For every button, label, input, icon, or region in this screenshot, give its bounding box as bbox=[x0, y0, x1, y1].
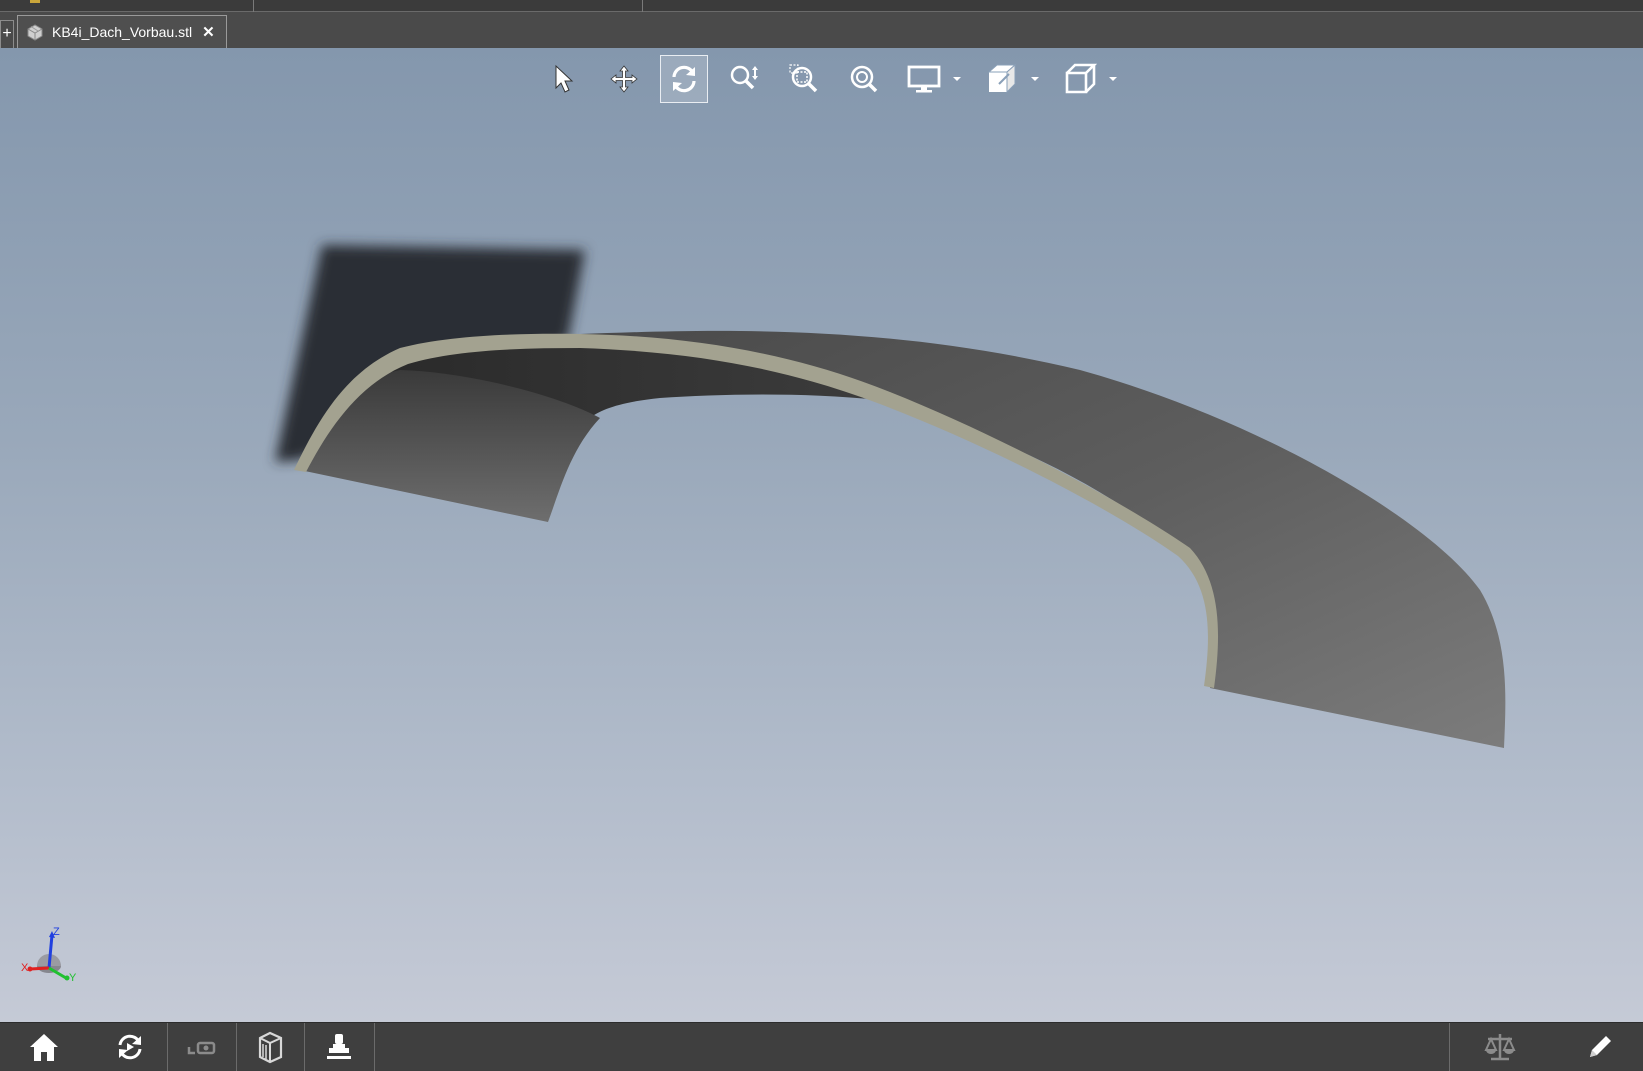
separator bbox=[304, 1023, 305, 1071]
stamp-button[interactable] bbox=[306, 1023, 372, 1071]
zoom-window-icon bbox=[789, 64, 818, 93]
top-strip bbox=[0, 0, 1643, 12]
buildplate-icon bbox=[258, 1031, 283, 1064]
rotate-icon bbox=[672, 65, 696, 93]
scale-button[interactable] bbox=[1470, 1023, 1530, 1071]
document-tab[interactable]: KB4i_Dach_Vorbau.stl ✕ bbox=[17, 15, 227, 48]
view-cube-dropdown[interactable] bbox=[1106, 72, 1120, 86]
stamp-icon bbox=[327, 1034, 351, 1059]
3d-print-button[interactable] bbox=[170, 1023, 234, 1071]
axis-z-label: Z bbox=[53, 926, 60, 938]
buildplate-button[interactable] bbox=[238, 1023, 302, 1071]
3d-viewport[interactable]: Z X Y bbox=[0, 48, 1643, 1022]
pan-tool-button[interactable] bbox=[600, 55, 648, 103]
axis-y-label: Y bbox=[69, 972, 77, 984]
axis-x-label: X bbox=[21, 962, 29, 974]
edit-button[interactable] bbox=[1570, 1023, 1630, 1071]
cube-outline-icon bbox=[1065, 63, 1097, 94]
new-tab-button[interactable]: + bbox=[0, 20, 14, 48]
active-marker bbox=[30, 0, 40, 3]
chevron-down-icon bbox=[1031, 77, 1039, 81]
zoom-window-button[interactable] bbox=[780, 55, 828, 103]
monitor-icon bbox=[907, 65, 941, 93]
divider bbox=[642, 0, 643, 12]
stl-model[interactable] bbox=[0, 48, 1643, 1022]
3d-print-icon bbox=[187, 1041, 216, 1055]
section-cube-icon bbox=[987, 63, 1017, 94]
scale-balance-icon bbox=[1484, 1034, 1516, 1061]
divider bbox=[253, 0, 254, 12]
separator bbox=[374, 1023, 375, 1071]
display-mode-dropdown[interactable] bbox=[950, 72, 964, 86]
cursor-arrow-icon bbox=[555, 64, 574, 93]
move-arrows-icon bbox=[610, 65, 638, 93]
zoom-tool-button[interactable] bbox=[720, 55, 768, 103]
separator bbox=[236, 1023, 237, 1071]
zoom-fit-icon bbox=[850, 65, 878, 93]
view-toolbar bbox=[540, 55, 1134, 103]
stl-file-icon bbox=[27, 24, 43, 41]
chevron-down-icon bbox=[953, 77, 961, 81]
view-cube-button[interactable] bbox=[1056, 55, 1104, 103]
separator bbox=[1449, 1023, 1450, 1071]
document-tabbar: + KB4i_Dach_Vorbau.stl ✕ bbox=[0, 12, 1643, 48]
reload-button[interactable] bbox=[98, 1023, 162, 1071]
separator bbox=[167, 1023, 168, 1071]
chevron-down-icon bbox=[1109, 77, 1117, 81]
home-button[interactable] bbox=[14, 1023, 74, 1071]
display-mode-button[interactable] bbox=[900, 55, 948, 103]
rotate-tool-button[interactable] bbox=[660, 55, 708, 103]
home-icon bbox=[30, 1034, 58, 1061]
tab-close-icon[interactable]: ✕ bbox=[202, 23, 215, 41]
refresh-icon bbox=[118, 1034, 142, 1060]
axis-triad: Z X Y bbox=[21, 926, 77, 984]
select-tool-button[interactable] bbox=[540, 55, 588, 103]
bottom-toolbar bbox=[0, 1022, 1643, 1071]
pencil-icon bbox=[1590, 1036, 1611, 1057]
zoom-fit-button[interactable] bbox=[840, 55, 888, 103]
zoom-updown-icon bbox=[730, 65, 758, 90]
section-view-dropdown[interactable] bbox=[1028, 72, 1042, 86]
document-tab-label: KB4i_Dach_Vorbau.stl bbox=[52, 24, 193, 40]
section-view-button[interactable] bbox=[978, 55, 1026, 103]
